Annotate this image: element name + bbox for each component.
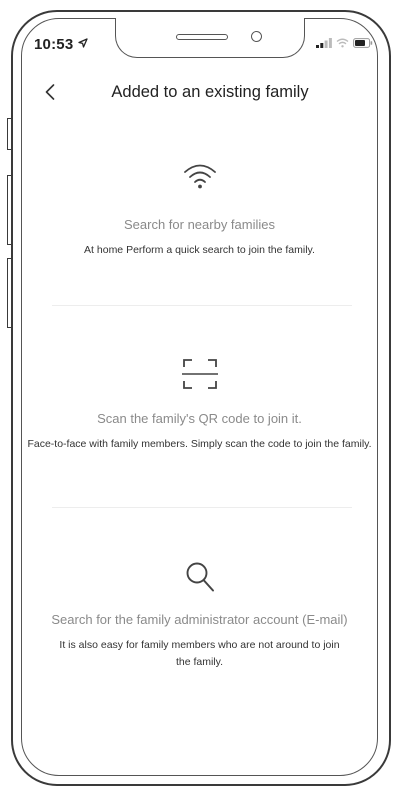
search-nearby-title: Search for nearby families — [123, 217, 275, 232]
cellular-signal-icon — [316, 38, 332, 48]
search-admin-option[interactable]: Search for the family administrator acco… — [21, 561, 378, 671]
search-admin-title: Search for the family administrator acco… — [51, 612, 348, 627]
speaker — [176, 34, 228, 40]
status-time-text: 10:53 — [34, 36, 74, 53]
divider — [52, 305, 352, 306]
search-icon — [186, 562, 214, 592]
scan-qr-option[interactable]: Scan the family's QR code to join it. Fa… — [21, 358, 378, 453]
front-camera — [251, 31, 262, 42]
divider — [52, 507, 352, 508]
location-arrow-icon — [78, 38, 88, 48]
search-admin-description: It is also easy for family members who a… — [59, 639, 340, 668]
scan-qr-title: Scan the family's QR code to join it. — [97, 411, 302, 426]
chevron-left-icon — [45, 84, 55, 100]
search-nearby-option[interactable]: Search for nearby families At home Perfo… — [21, 162, 378, 259]
battery-icon — [353, 38, 373, 48]
qr-scan-icon — [181, 359, 218, 389]
wifi-icon — [183, 164, 216, 189]
search-nearby-description: At home Perform a quick search to join t… — [84, 244, 315, 256]
wifi-icon — [336, 38, 349, 48]
back-button[interactable] — [40, 80, 60, 104]
status-icons — [316, 38, 373, 48]
status-time: 10:53 — [34, 36, 88, 53]
page-title: Added to an existing family — [111, 83, 309, 101]
scan-qr-description: Face-to-face with family members. Simply… — [27, 438, 372, 450]
